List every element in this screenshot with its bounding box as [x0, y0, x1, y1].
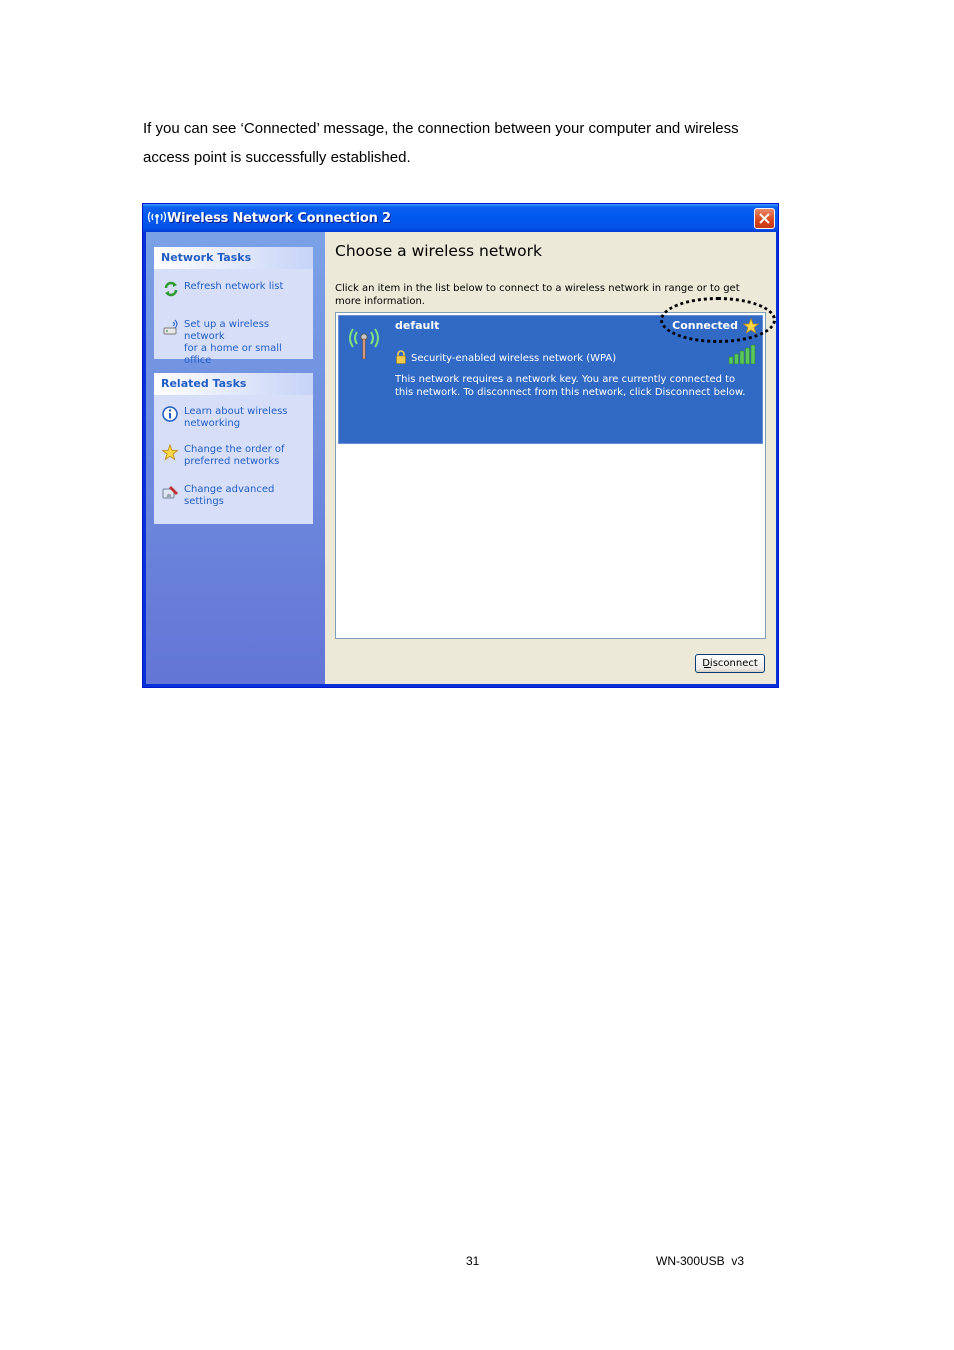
- related-tasks-panel: Related Tasks Learn about wireless netwo…: [154, 373, 313, 524]
- task-label-line-1: Change the order of: [184, 444, 285, 455]
- settings-icon: [162, 486, 178, 499]
- task-label: Refresh network list: [184, 281, 312, 293]
- info-icon: [162, 406, 178, 422]
- connected-highlight-ring: [660, 297, 776, 343]
- disconnect-button[interactable]: Disconnect: [695, 654, 765, 673]
- related-tasks-header: Related Tasks: [154, 373, 313, 395]
- task-label: Learn about wireless networking: [184, 406, 312, 430]
- wireless-connection-window: Wireless Network Connection 2 Network Ta…: [142, 203, 779, 688]
- window-title: Wireless Network Connection 2: [167, 211, 391, 226]
- task-label-line-1: Learn about wireless: [184, 406, 288, 417]
- page-heading: Choose a wireless network: [335, 242, 542, 260]
- intro-text: If you can see ‘Connected’ message, the …: [143, 114, 823, 172]
- signal-strength-icon: [728, 344, 756, 364]
- network-description: This network requires a network key. You…: [395, 374, 746, 398]
- network-list[interactable]: default Connected Security-enabled wirel…: [335, 312, 766, 639]
- task-label: Set up a wireless network for a home or …: [184, 319, 312, 367]
- intro-line-1: If you can see ‘Connected’ message, the …: [143, 120, 739, 137]
- page-number: 31: [466, 1254, 480, 1268]
- task-label-line-2: settings: [184, 496, 224, 507]
- task-label-line-2: preferred networks: [184, 456, 280, 467]
- task-label-line-1: Refresh network list: [184, 281, 284, 292]
- wireless-setup-icon: [163, 319, 178, 335]
- network-tasks-panel: Network Tasks Refresh network list Set u…: [154, 247, 313, 366]
- task-label: Change the order of preferred networks: [184, 444, 312, 468]
- task-label: Change advanced settings: [184, 484, 312, 508]
- task-label-line-2: for a home or small office: [184, 343, 282, 366]
- network-name: default: [395, 319, 440, 332]
- window-titlebar[interactable]: Wireless Network Connection 2: [143, 204, 778, 232]
- star-icon: [162, 444, 179, 461]
- network-tasks-header: Network Tasks: [154, 247, 313, 269]
- task-label-line-1: Set up a wireless network: [184, 319, 270, 342]
- wireless-antenna-icon: [147, 211, 167, 224]
- model-label: WN-300USB v3: [656, 1254, 745, 1268]
- security-type: Security-enabled wireless network (WPA): [411, 353, 617, 364]
- task-label-line-1: Change advanced: [184, 484, 275, 495]
- close-button[interactable]: [754, 208, 775, 229]
- task-sidebar: Network Tasks Refresh network list Set u…: [146, 232, 325, 684]
- lock-icon: [396, 350, 406, 364]
- close-x-icon: [759, 213, 770, 224]
- wireless-network-icon: [349, 328, 379, 360]
- refresh-icon: [164, 281, 178, 297]
- intro-line-2: access point is successfully established…: [143, 149, 411, 166]
- task-label-line-2: networking: [184, 418, 241, 429]
